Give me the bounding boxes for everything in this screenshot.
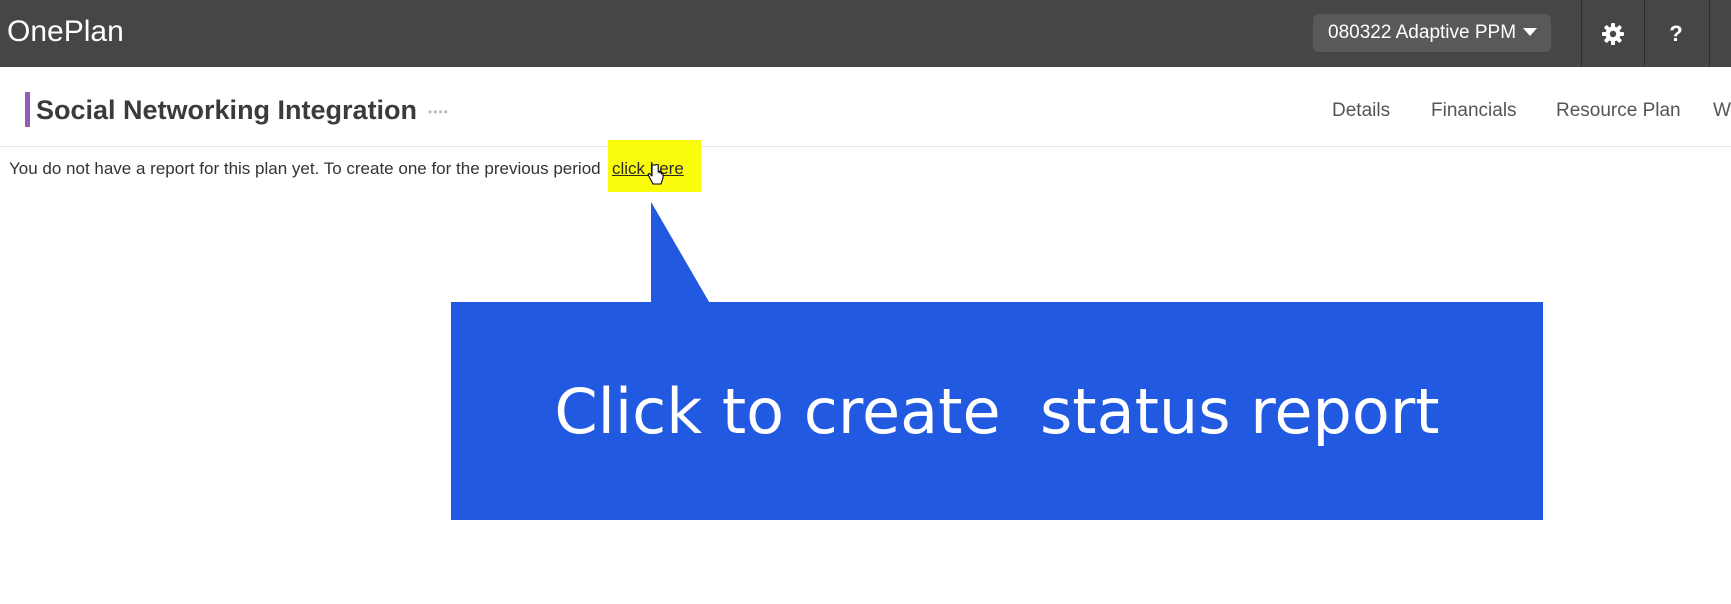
- tab-resource-plan[interactable]: Resource Plan: [1556, 100, 1681, 122]
- plan-header: Social Networking Integration •••• Detai…: [0, 67, 1731, 147]
- tutorial-callout: Click to create status report: [451, 302, 1543, 520]
- no-report-message: You do not have a report for this plan y…: [9, 159, 601, 178]
- chevron-down-icon: [1523, 28, 1537, 36]
- settings-button[interactable]: [1582, 0, 1644, 67]
- tab-details[interactable]: Details: [1332, 100, 1390, 122]
- tab-more[interactable]: W: [1713, 100, 1731, 122]
- gear-icon: [1602, 22, 1624, 45]
- page-title: Social Networking Integration: [36, 95, 418, 125]
- divider: [1709, 0, 1710, 67]
- workspace-label: 080322 Adaptive PPM: [1328, 22, 1517, 43]
- tab-financials[interactable]: Financials: [1431, 100, 1517, 122]
- more-options-icon[interactable]: ••••: [428, 105, 449, 119]
- help-button[interactable]: ?: [1645, 0, 1707, 67]
- top-bar: OnePlan 080322 Adaptive PPM ?: [0, 0, 1731, 67]
- title-accent-bar: [25, 92, 30, 127]
- workspace-dropdown[interactable]: 080322 Adaptive PPM: [1313, 14, 1551, 52]
- question-icon: ?: [1669, 20, 1683, 46]
- callout-text: Click to create status report: [554, 374, 1440, 448]
- app-title: OnePlan: [7, 15, 124, 48]
- callout-pointer: [651, 202, 713, 303]
- hand-pointer-icon: [647, 164, 664, 185]
